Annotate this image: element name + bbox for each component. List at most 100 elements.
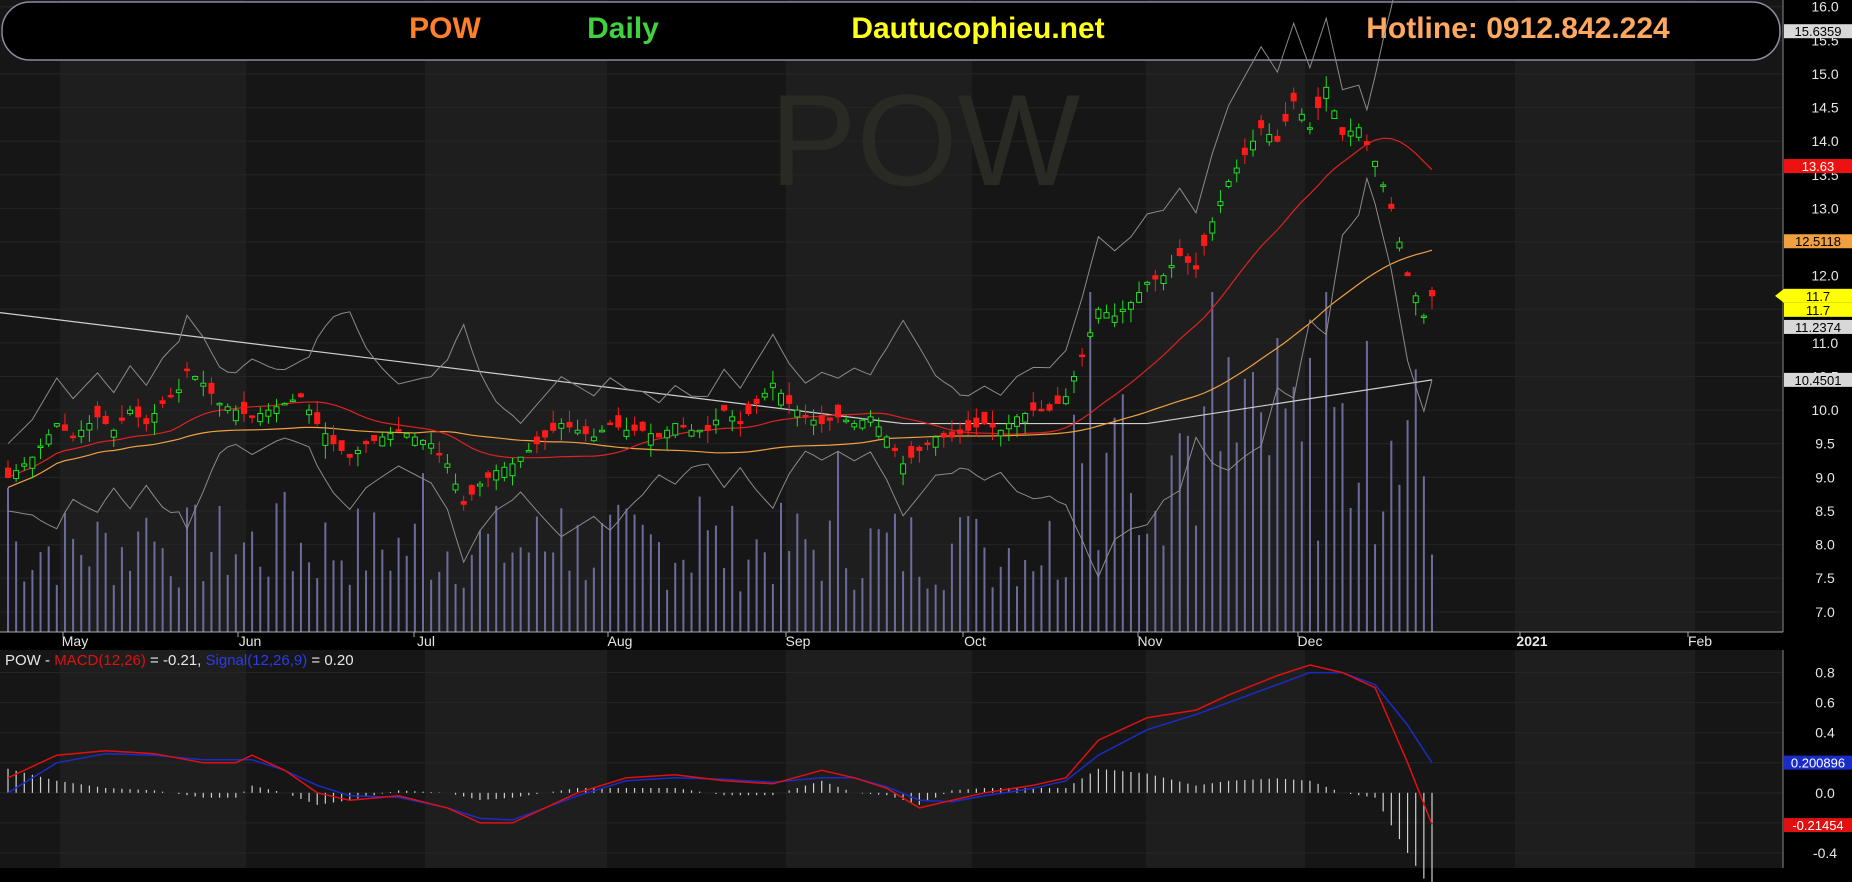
volume-bar: [495, 506, 498, 632]
macd-tick-label: 0.6: [1815, 695, 1835, 711]
candle-body: [1429, 290, 1435, 297]
candle-body: [281, 402, 288, 406]
candle-body: [21, 463, 28, 467]
candle-body: [1225, 181, 1232, 187]
candle-body: [1201, 234, 1208, 246]
volume-bar: [1203, 406, 1206, 632]
volume-bar: [576, 525, 579, 632]
stock-chart: POW POW Daily Dautucophieu.net Hotline: …: [0, 0, 1852, 882]
candle-body: [550, 422, 557, 431]
volume-bar: [503, 562, 506, 632]
price-tag-label: 12.5118: [1795, 234, 1841, 249]
volume-bar: [1251, 372, 1254, 632]
volume-bar: [446, 551, 449, 632]
volume-bar: [1406, 420, 1409, 632]
candle-body: [102, 415, 109, 425]
volume-bar: [104, 532, 107, 632]
volume-bar: [430, 579, 433, 632]
watermark-text: POW: [770, 67, 1081, 213]
price-tick-label: 11.0: [1812, 335, 1838, 351]
candle-body: [78, 429, 85, 438]
candle-body: [167, 394, 174, 398]
candle-body: [826, 417, 833, 421]
candle-body: [184, 368, 191, 372]
month-shade: [425, 0, 607, 632]
volume-bar: [218, 505, 221, 632]
candle-body: [1404, 272, 1411, 277]
volume-bar: [1146, 533, 1149, 632]
candle-body: [127, 409, 134, 415]
candle-body: [45, 434, 52, 445]
candle-body: [729, 416, 736, 422]
volume-bar: [1422, 476, 1425, 632]
volume-bar: [1325, 292, 1328, 632]
volume-bar: [983, 547, 986, 632]
volume-bar: [1284, 408, 1287, 632]
candle-body: [558, 423, 565, 429]
volume-bar: [828, 520, 831, 632]
volume-bar: [1390, 440, 1393, 632]
volume-bar: [153, 541, 156, 632]
volume-bar: [1382, 511, 1385, 632]
volume-bar: [202, 581, 205, 632]
candle-body: [1420, 315, 1427, 318]
candle-body: [525, 449, 532, 453]
macd-month-shade: [1515, 650, 1695, 868]
volume-bar: [478, 530, 481, 632]
candle-body: [778, 392, 785, 406]
candle-body: [13, 470, 20, 480]
volume-bar: [112, 585, 115, 632]
price-tick-label: 12.0: [1811, 268, 1838, 284]
volume-bar: [1374, 544, 1377, 632]
date-tick-label: Feb: [1688, 633, 1712, 649]
price-tick-label: 7.0: [1815, 604, 1835, 620]
volume-bar: [1113, 417, 1116, 632]
volume-bar: [348, 584, 351, 632]
candle-body: [1038, 408, 1045, 412]
volume-bar: [55, 584, 58, 632]
volume-bar: [731, 505, 734, 632]
volume-bar: [438, 571, 441, 632]
volume-bar: [1414, 369, 1417, 632]
candle-body: [460, 501, 467, 505]
candle-body: [1274, 135, 1281, 142]
volume-bar: [544, 551, 547, 632]
candle-body: [1290, 92, 1297, 102]
candle-body: [485, 472, 492, 478]
volume-bar: [267, 576, 270, 632]
candle-body: [436, 452, 443, 456]
volume-bar: [234, 554, 237, 632]
candle-body: [745, 403, 752, 414]
volume-bar: [1341, 403, 1344, 632]
candle-body: [232, 409, 239, 422]
candle-body: [493, 470, 500, 481]
volume-bar: [584, 580, 587, 632]
volume-bar: [674, 562, 677, 632]
candle-body: [810, 419, 817, 426]
month-shade: [1146, 0, 1305, 632]
candle-body: [1168, 265, 1175, 269]
candle-body: [940, 432, 947, 438]
volume-bar: [1154, 511, 1157, 632]
candle-body: [647, 433, 654, 446]
volume-bar: [804, 539, 807, 632]
candle-body: [859, 419, 866, 429]
candle-body: [1014, 416, 1021, 427]
candle-body: [607, 422, 614, 426]
candle-body: [769, 382, 776, 389]
candle-body: [802, 414, 809, 418]
candle-body: [1266, 133, 1273, 143]
price-tick-label: 16.0: [1811, 0, 1838, 15]
candle-body: [761, 392, 768, 398]
candle-body: [1184, 256, 1191, 263]
candle-body: [265, 409, 272, 417]
volume-bar: [999, 566, 1002, 632]
volume-bar: [682, 559, 685, 632]
volume-bar: [796, 513, 799, 632]
candle-body: [883, 436, 890, 448]
candle-body: [379, 436, 386, 447]
candle-body: [704, 424, 711, 431]
candle-body: [289, 399, 296, 403]
volume-bar: [845, 568, 848, 632]
candle-body: [273, 406, 280, 414]
